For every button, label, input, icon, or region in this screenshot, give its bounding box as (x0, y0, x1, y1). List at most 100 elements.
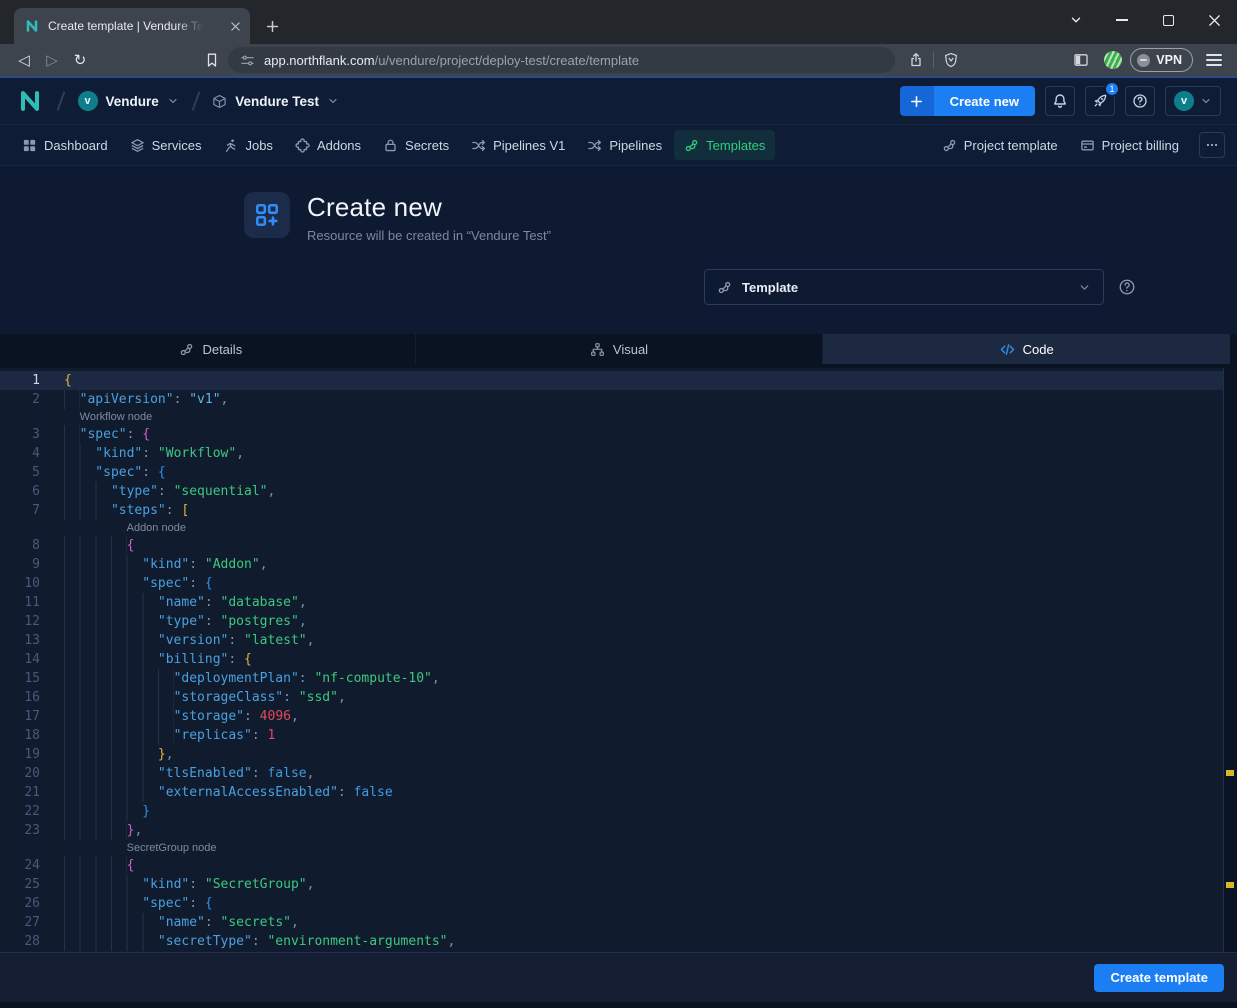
resource-type-select[interactable]: Template (704, 269, 1104, 305)
window-maximize-button[interactable] (1145, 0, 1191, 40)
code-line-3[interactable]: 3"spec": { (0, 425, 1237, 444)
code-line-19[interactable]: 19}, (0, 745, 1237, 764)
overview-ruler[interactable] (1223, 368, 1237, 952)
vpn-status-icon (1137, 54, 1150, 67)
northflank-logo-icon[interactable] (16, 87, 44, 115)
code-line-21[interactable]: 21"externalAccessEnabled": false (0, 783, 1237, 802)
line-number: 2 (0, 390, 40, 409)
new-tab-button[interactable] (258, 12, 286, 40)
codelens-label[interactable]: Workflow node (64, 409, 1237, 425)
line-number: 15 (0, 669, 40, 688)
code-line-27[interactable]: 27"name": "secrets", (0, 913, 1237, 932)
nav-item-addons[interactable]: Addons (285, 130, 371, 160)
codelens-label[interactable]: Addon node (64, 520, 1237, 536)
create-new-button[interactable]: Create new (900, 86, 1035, 116)
notifications-button[interactable] (1045, 86, 1075, 116)
code-line-17[interactable]: 17"storage": 4096, (0, 707, 1237, 726)
code-line-12[interactable]: 12"type": "postgres", (0, 612, 1237, 631)
code-line-20[interactable]: 20"tlsEnabled": false, (0, 764, 1237, 783)
nav-item-label: Jobs (245, 138, 272, 153)
ellipsis-icon (1205, 138, 1219, 152)
sidebar-toggle-icon[interactable] (1066, 52, 1096, 68)
nav-item-project-billing[interactable]: Project billing (1070, 130, 1189, 160)
tab-visual[interactable]: Visual (415, 334, 823, 364)
line-number: 11 (0, 593, 40, 612)
code-line-2[interactable]: 2"apiVersion": "v1", (0, 390, 1237, 409)
share-icon[interactable] (901, 52, 931, 68)
window-minimize-button[interactable] (1099, 0, 1145, 40)
code-line-16[interactable]: 16"storageClass": "ssd", (0, 688, 1237, 707)
page-footer: Create template (0, 952, 1237, 1002)
plus-icon[interactable] (900, 86, 934, 116)
line-number: 10 (0, 574, 40, 593)
code-editor[interactable]: 1{2"apiVersion": "v1",Workflow node3"spe… (0, 368, 1237, 952)
code-line-9[interactable]: 9"kind": "Addon", (0, 555, 1237, 574)
code-line-23[interactable]: 23}, (0, 821, 1237, 840)
chevron-down-icon[interactable] (327, 95, 339, 107)
nav-item-pipelines[interactable]: Pipelines (577, 130, 672, 160)
code-line-6[interactable]: 6"type": "sequential", (0, 482, 1237, 501)
nav-item-dashboard[interactable]: Dashboard (12, 130, 118, 160)
forward-button[interactable]: ▷ (38, 51, 66, 69)
url-bar[interactable]: app.northflank.com/u/vendure/project/dep… (228, 47, 895, 73)
selector-help-icon[interactable] (1118, 278, 1136, 296)
brave-shield-icon[interactable] (936, 52, 966, 68)
line-number: 14 (0, 650, 40, 669)
code-line-7[interactable]: 7"steps": [ (0, 501, 1237, 520)
nav-item-services[interactable]: Services (120, 130, 212, 160)
nav-item-templates[interactable]: Templates (674, 130, 775, 160)
url-text[interactable]: app.northflank.com/u/vendure/project/dep… (264, 53, 639, 68)
code-line-22[interactable]: 22} (0, 802, 1237, 821)
user-menu-button[interactable]: v (1165, 86, 1221, 116)
whats-new-button[interactable]: 1 (1085, 86, 1115, 116)
browser-menu-icon[interactable] (1201, 54, 1227, 66)
nav-item-label: Dashboard (44, 138, 108, 153)
code-line-18[interactable]: 18"replicas": 1 (0, 726, 1237, 745)
nav-item-secrets[interactable]: Secrets (373, 130, 459, 160)
nav-item-jobs[interactable]: Jobs (213, 130, 282, 160)
vpn-button[interactable]: VPN (1130, 48, 1193, 72)
code-line-14[interactable]: 14"billing": { (0, 650, 1237, 669)
bookmark-icon[interactable] (198, 52, 226, 68)
vpn-label: VPN (1156, 53, 1182, 67)
code-line-24[interactable]: 24{ (0, 856, 1237, 875)
browser-tab[interactable]: Create template | Vendure Test | (14, 8, 250, 44)
code-line-5[interactable]: 5"spec": { (0, 463, 1237, 482)
tab-close-icon[interactable] (229, 20, 242, 33)
nav-more-button[interactable] (1199, 132, 1225, 158)
notification-badge: 1 (1104, 81, 1120, 97)
window-close-button[interactable] (1191, 0, 1237, 40)
breadcrumb-project[interactable]: Vendure Test (212, 94, 339, 109)
hierarchy-icon (590, 342, 605, 357)
help-button[interactable] (1125, 86, 1155, 116)
nav-item-pipelines-v1[interactable]: Pipelines V1 (461, 130, 575, 160)
tab-label: Details (202, 342, 242, 357)
code-line-28[interactable]: 28"secretType": "environment-arguments", (0, 932, 1237, 951)
site-settings-icon[interactable] (240, 53, 255, 68)
code-line-26[interactable]: 26"spec": { (0, 894, 1237, 913)
user-avatar: v (1174, 91, 1194, 111)
tab-details[interactable]: Details (7, 334, 415, 364)
code-line-4[interactable]: 4"kind": "Workflow", (0, 444, 1237, 463)
runner-icon (223, 138, 238, 153)
back-button[interactable]: ◁ (10, 51, 38, 69)
codelens-label[interactable]: SecretGroup node (64, 840, 1237, 856)
code-line-10[interactable]: 10"spec": { (0, 574, 1237, 593)
code-line-25[interactable]: 25"kind": "SecretGroup", (0, 875, 1237, 894)
code-line-13[interactable]: 13"version": "latest", (0, 631, 1237, 650)
chevron-down-icon[interactable] (1078, 281, 1091, 294)
create-template-button[interactable]: Create template (1094, 964, 1224, 992)
breadcrumb-org[interactable]: v Vendure (78, 91, 179, 111)
reload-button[interactable]: ↻ (66, 51, 94, 69)
line-number: 6 (0, 482, 40, 501)
nav-item-project-template[interactable]: Project template (932, 130, 1068, 160)
editor-tabs: Details VisualCode (7, 334, 1230, 364)
tab-code[interactable]: Code (822, 334, 1230, 364)
code-line-8[interactable]: 8{ (0, 536, 1237, 555)
code-line-11[interactable]: 11"name": "database", (0, 593, 1237, 612)
code-line-15[interactable]: 15"deploymentPlan": "nf-compute-10", (0, 669, 1237, 688)
extension-icon[interactable] (1104, 51, 1122, 69)
code-line-1[interactable]: 1{ (0, 371, 1237, 390)
tab-search-chevron-icon[interactable] (1053, 0, 1099, 40)
chevron-down-icon[interactable] (167, 95, 179, 107)
